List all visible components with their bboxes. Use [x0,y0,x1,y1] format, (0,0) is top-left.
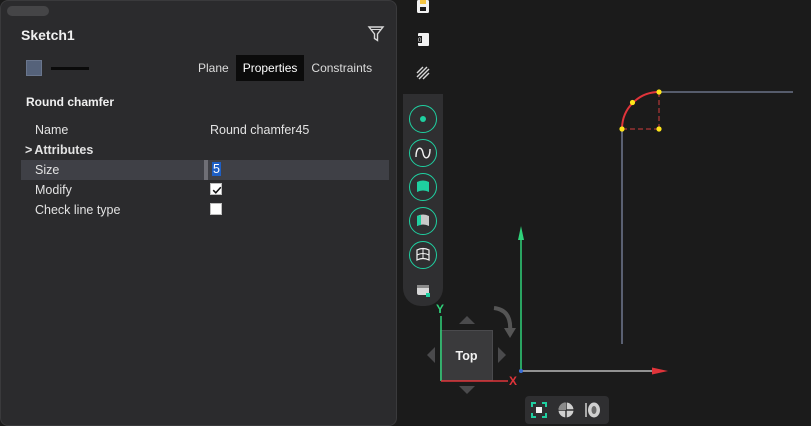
x-axis-arrow [652,367,668,375]
bottom-toolbar [525,396,609,424]
sphere-view-icon[interactable] [556,400,576,420]
y-axis-arrow [518,226,524,240]
fit-view-icon[interactable] [529,400,549,420]
arc-end-point [656,89,662,95]
arc-center-point [656,126,662,132]
viewcube-y-label: Y [436,302,445,316]
arc-start-point [619,126,625,132]
viewcube-left-arrow[interactable] [427,347,435,363]
arc-mid-point [629,99,636,106]
viewcube-x-label: X [509,374,518,388]
section-view-icon[interactable] [583,400,603,420]
sketch-canvas[interactable] [0,0,811,426]
app-window: Sketch1 Plane Properties Constraints Rou… [0,0,811,426]
chamfer-arc [621,91,660,130]
